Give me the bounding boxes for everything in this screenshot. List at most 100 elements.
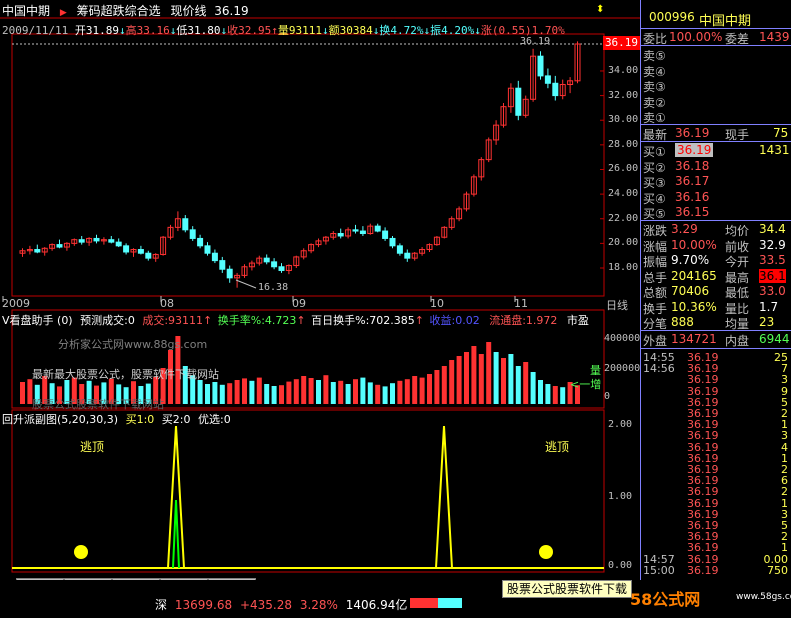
date-label: 11	[514, 297, 528, 310]
buy1-value: 买1:0	[125, 413, 155, 426]
volume-bar	[493, 352, 499, 404]
chart-header: 中国中期 ▶ 筹码超跌综合选 现价线 36.19	[2, 2, 602, 18]
candle-body	[337, 233, 344, 237]
stat-row: 总手 204165 最高 36.1	[641, 268, 791, 285]
inner-label: 内盘	[725, 334, 750, 348]
tick-row[interactable]: 36.19 1	[641, 541, 791, 554]
buy-row[interactable]: 买① 36.19 1431	[641, 143, 791, 159]
stat-label: 最高	[725, 270, 750, 285]
volume-bar	[382, 386, 388, 404]
stat-value: 34.4	[759, 222, 786, 236]
candle-body	[204, 245, 211, 254]
sell-row[interactable]: 卖③	[641, 78, 791, 94]
formula-name[interactable]: 筹码超跌综合选	[77, 4, 161, 18]
tick-row[interactable]: 36.19 4	[641, 441, 791, 454]
volume-bar	[456, 356, 462, 404]
date-label: 08	[160, 297, 174, 310]
sell-row[interactable]: 卖⑤	[641, 47, 791, 63]
candle-body	[182, 218, 189, 231]
volume-bar	[212, 382, 218, 404]
index-value: 13699.68	[174, 598, 233, 612]
candle-body	[389, 237, 396, 247]
volume-bar	[205, 384, 210, 404]
tick-row[interactable]: 15:00 36.19 750	[641, 564, 791, 577]
candle-body	[226, 268, 233, 279]
price-tick: 32.00	[608, 89, 639, 101]
volume-bar	[404, 379, 410, 404]
ad-banner[interactable]: 股票公式股票软件下载	[502, 580, 632, 598]
stock-name: 中国中期	[2, 4, 51, 18]
vol-panel-title[interactable]: V看盘助手 (0)	[2, 314, 73, 327]
buy-price: 36.19	[675, 143, 714, 157]
tick-row[interactable]: 36.19 6	[641, 474, 791, 487]
tick-row[interactable]: 36.19 3	[641, 429, 791, 442]
tick-row[interactable]: 36.19 1	[641, 497, 791, 510]
up-arrow-icon: ↑	[414, 314, 424, 327]
candle-body	[278, 266, 285, 271]
info-date: 2009/11/11	[2, 24, 69, 37]
volume-axis: 400000 200000 0	[604, 330, 640, 410]
period-label[interactable]: 日线	[606, 297, 628, 313]
tick-row[interactable]: 36.19 2	[641, 485, 791, 498]
chart-area[interactable]: 中国中期 ▶ 筹码超跌综合选 现价线 36.19 ⬍ 2009/11/11 开3…	[0, 0, 640, 600]
candle-body	[271, 261, 278, 268]
volume-bar	[219, 384, 225, 404]
stat-value: 1.7	[759, 299, 779, 314]
quote-header: 000996 中国中期	[641, 10, 791, 29]
volume-bar	[471, 346, 477, 404]
info-volume: 量93111	[277, 24, 322, 37]
buy-row[interactable]: 买④ 36.16	[641, 190, 791, 206]
kline-chart-svg[interactable]	[0, 0, 640, 580]
sell-row[interactable]: 卖④	[641, 63, 791, 79]
volume-bar	[293, 379, 299, 404]
volume-bar	[560, 387, 566, 404]
buy-price: 36.18	[675, 158, 710, 173]
advance-decline-bar	[410, 598, 462, 608]
buy-row[interactable]: 买② 36.18	[641, 158, 791, 175]
tick-row[interactable]: 36.19 5	[641, 519, 791, 532]
price-tick: 18.00	[608, 262, 639, 273]
volume-bar	[434, 370, 440, 404]
candle-body	[34, 249, 41, 253]
candle-body	[197, 237, 204, 247]
date-axis: 2009 08 09 10 11	[0, 297, 640, 310]
lower-panel-title[interactable]: 回升派副图(5,20,30,3)	[2, 413, 118, 426]
tick-row[interactable]: 36.19 9	[641, 385, 791, 398]
sell-row[interactable]: 卖①	[641, 109, 791, 125]
dropdown-arrow-icon[interactable]: ▶	[60, 8, 67, 18]
tick-row[interactable]: 14:57 36.19 0.00	[641, 553, 791, 566]
stat-label: 最低	[725, 286, 750, 300]
tick-row[interactable]: 36.19 1	[641, 452, 791, 465]
price-tick: 28.00	[608, 138, 639, 150]
price-tick: 26.00	[608, 163, 639, 175]
sell-row[interactable]: 卖②	[641, 94, 791, 110]
tick-row[interactable]: 36.19 2	[641, 407, 791, 420]
volume-bar	[486, 342, 492, 404]
down-arrow-icon: ↓	[321, 24, 329, 37]
tick-row[interactable]: 36.19 2	[641, 530, 791, 543]
signal-spike-1-inner	[172, 499, 180, 569]
main-frame	[11, 33, 605, 297]
stat-value: 70406	[671, 284, 710, 298]
candle-body	[352, 229, 359, 232]
date-label: 2009	[2, 297, 30, 310]
turnover-value: 换手率%:4.723	[217, 314, 297, 327]
weibi-value: 100.00%	[669, 30, 723, 44]
tick-row[interactable]: 14:55 36.19 25	[641, 351, 791, 364]
lower-frame	[11, 409, 605, 573]
candle-body	[78, 239, 85, 243]
buy-row[interactable]: 买③ 36.17	[641, 174, 791, 190]
buy-price: 36.15	[675, 205, 710, 219]
tick-row[interactable]: 36.19 3	[641, 508, 791, 521]
smiley-icon	[539, 545, 553, 559]
candle-body	[137, 249, 144, 254]
tick-row[interactable]: 36.19 1	[641, 418, 791, 431]
tick-row[interactable]: 36.19 2	[641, 463, 791, 476]
date-label: 09	[292, 297, 306, 310]
tick-row[interactable]: 14:56 36.19 7	[641, 362, 791, 375]
vol-side-label2: <一增	[570, 378, 602, 391]
buy-row[interactable]: 买⑤ 36.15	[641, 205, 791, 221]
tick-row[interactable]: 36.19 3	[641, 373, 791, 386]
outer-inner-row: 外盘 134721 内盘 6944	[641, 332, 791, 348]
tick-row[interactable]: 36.19 5	[641, 396, 791, 409]
